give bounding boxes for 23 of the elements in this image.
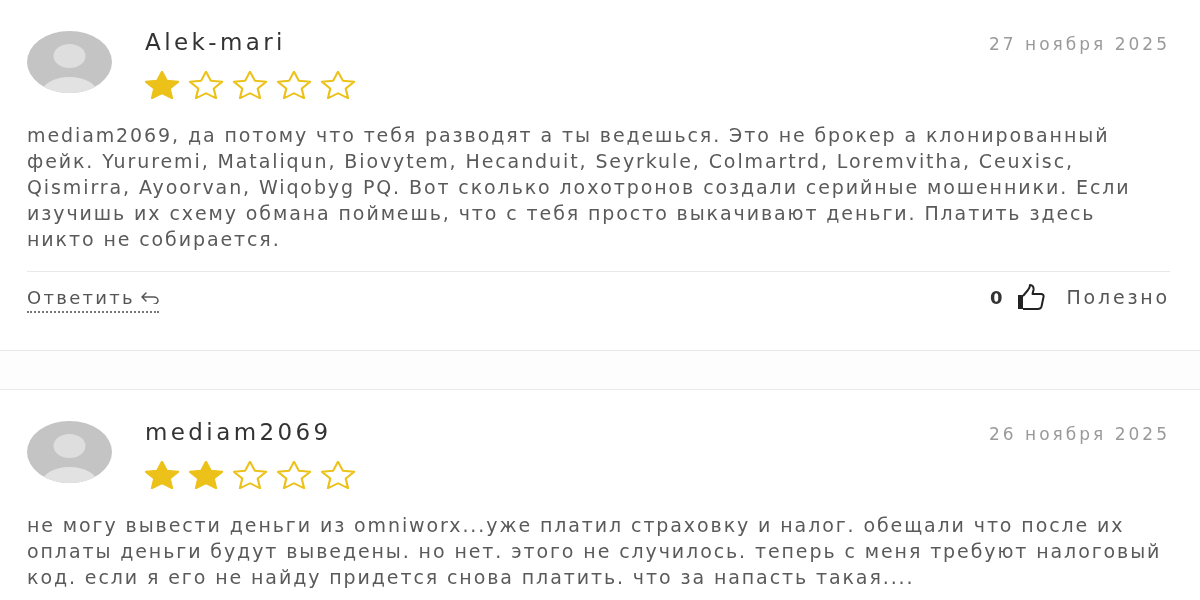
empty-star-icon [233, 71, 267, 99]
filled-star-icon [145, 461, 179, 489]
avatar-icon [27, 31, 112, 93]
reply-arrow-icon [141, 291, 159, 304]
author-name: mediam2069 [145, 420, 332, 444]
filled-star-icon [145, 71, 179, 99]
filled-star-icon [189, 461, 223, 489]
empty-star-icon [277, 461, 311, 489]
like-count: 0 [989, 286, 1004, 308]
empty-star-icon [321, 71, 355, 99]
empty-star-icon [277, 71, 311, 99]
empty-star-icon [233, 461, 267, 489]
review-text: не могу вывести деньги из omniworx...уже платил страховку и налог. обещали что после их оплаты деньги будут выведены. но нет. этого не случилось. теперь с меня требуют налоговый код. если я его не найду придется снова платить. что за напасть такая.... [27, 513, 1163, 590]
review-date: 27 ноября 2025 [989, 33, 1170, 55]
reply-link[interactable]: Ответить [27, 283, 159, 313]
review-date: 26 ноября 2025 [989, 423, 1170, 445]
empty-star-icon [321, 461, 355, 489]
empty-star-icon [189, 71, 223, 99]
avatar-icon [27, 421, 112, 483]
helpful-button[interactable]: Полезно [1066, 286, 1170, 308]
review-text: mediam2069, да потому что тебя разводят а ты ведешься. Это не брокер а клонированный фейк. Yururemi, Mataliqun, Biovytem, Hecanduit, Seyrkule, Colmartrd, Loremvitha, Ceuxisc, Qismirra, Ayoorvan, Wiqobyg PQ. Вот сколько лохотронов создали серийные мошенники. Если изучишь их схему обмана поймешь, что с тебя просто выкачивают деньги. Платить здесь никто не собирается. [27, 123, 1132, 252]
thumbs-up-icon[interactable] [1016, 284, 1045, 310]
author-name: Alek-mari [145, 30, 286, 54]
